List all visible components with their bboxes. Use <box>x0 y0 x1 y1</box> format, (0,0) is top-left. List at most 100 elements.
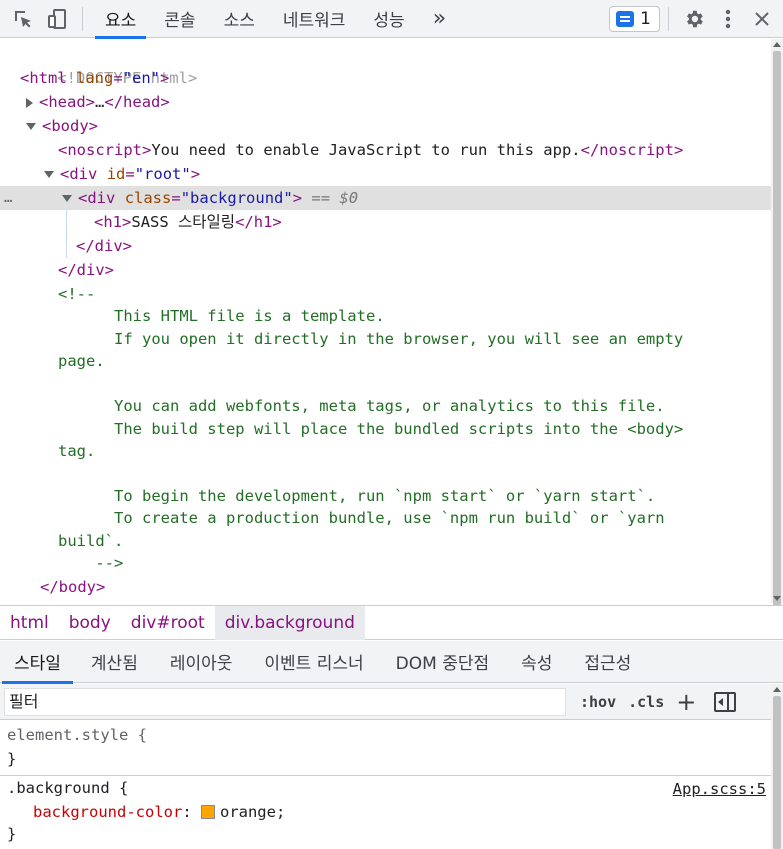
breadcrumb-body[interactable]: body <box>59 606 121 640</box>
head-tag: head <box>48 93 86 111</box>
comment-line: The build step will place the bundled sc… <box>58 420 684 438</box>
more-options-icon[interactable] <box>711 0 745 38</box>
html-tag: html <box>29 69 67 87</box>
tab-styles[interactable]: 스타일 <box>0 641 75 684</box>
scroll-down-arrow-icon[interactable] <box>773 596 781 601</box>
collapse-triangle-icon[interactable] <box>62 195 72 202</box>
noscript-close-tag: noscript <box>599 141 674 159</box>
toolbar-divider <box>668 7 669 31</box>
tab-network[interactable]: 네트워크 <box>269 0 360 38</box>
tab-console[interactable]: 콘솔 <box>150 0 209 38</box>
scroll-up-arrow-icon[interactable] <box>773 42 781 47</box>
source-link[interactable]: App.scss:5 <box>673 777 766 801</box>
head-close-tag: head <box>123 93 161 111</box>
class-attr: class <box>124 189 172 207</box>
color-swatch-icon[interactable] <box>200 805 215 819</box>
toolbar-divider <box>82 6 83 31</box>
tab-event-listeners[interactable]: 이벤트 리스너 <box>248 641 379 683</box>
inspect-element-icon[interactable] <box>6 0 40 38</box>
issues-count: 1 <box>640 9 651 29</box>
devtools-toolbar: 요소 콘솔 소스 네트워크 성능 » 1 <box>0 0 783 39</box>
doctype-line[interactable]: <!DOCTYPE html> <box>20 42 197 87</box>
more-tabs-button[interactable]: » <box>419 0 460 38</box>
h1-text: SASS 스타일링 <box>131 213 236 231</box>
div-close-tag: div <box>94 237 123 255</box>
head-line[interactable]: <head>…</head> <box>26 90 170 114</box>
issues-button[interactable]: 1 <box>609 6 660 32</box>
indent-guide <box>66 210 67 258</box>
div-tag: div <box>69 165 98 183</box>
collapse-triangle-icon[interactable] <box>26 123 36 130</box>
div-root-close-line[interactable]: </div> <box>58 258 114 282</box>
filter-input[interactable] <box>4 687 566 716</box>
element-style-close: } <box>7 750 17 768</box>
issues-icon <box>616 11 635 27</box>
body-close-tag: body <box>58 578 96 596</box>
element-style-selector[interactable]: element.style { <box>7 723 147 747</box>
node-actions-dots[interactable]: … <box>4 186 13 210</box>
head-ellipsis: … <box>95 93 105 111</box>
comment-open[interactable]: <!-- <box>58 282 95 306</box>
background-rule-close: } <box>7 825 17 843</box>
div-tag: div <box>87 189 116 207</box>
class-toggle[interactable]: .cls <box>622 688 670 716</box>
comment-line: build`. <box>58 532 124 550</box>
comment-line: To begin the development, run `npm start… <box>58 487 656 505</box>
comment-line: page. <box>58 352 105 370</box>
breadcrumb: html body div#root div.background <box>0 605 783 640</box>
tab-sources[interactable]: 소스 <box>210 0 269 38</box>
dom-tree-scrollbar[interactable] <box>771 39 783 606</box>
comment-line: This HTML file is a template. <box>58 307 385 325</box>
tab-dom-breakpoints[interactable]: DOM 중단점 <box>380 641 505 683</box>
h1-tag: h1 <box>103 213 123 231</box>
tab-accessibility[interactable]: 접근성 <box>568 641 647 683</box>
comment-line: --> <box>58 554 124 572</box>
hover-state-toggle[interactable]: :hov <box>574 688 622 716</box>
scroll-up-arrow-icon[interactable] <box>773 687 781 692</box>
breadcrumb-html[interactable]: html <box>0 606 59 640</box>
comment-line: You can add webfonts, meta tags, or anal… <box>58 397 665 415</box>
scrollbar-thumb[interactable] <box>773 696 781 849</box>
scrollbar-thumb[interactable] <box>773 51 781 606</box>
styles-tabbar: 스타일 계산됨 레이아웃 이벤트 리스너 DOM 중단점 속성 접근성 <box>0 641 783 684</box>
html-open-line[interactable]: <html lang="en"> <box>20 66 169 90</box>
tab-computed[interactable]: 계산됨 <box>75 641 154 683</box>
div-background-line[interactable]: <div class="background"> == $0 <box>62 186 358 210</box>
comment-line: To create a production bundle, use `npm … <box>58 509 665 527</box>
styles-filter-bar: :hov .cls + <box>0 684 771 720</box>
lang-value: "en" <box>122 69 161 87</box>
tab-elements[interactable]: 요소 <box>91 0 150 39</box>
tab-properties[interactable]: 속성 <box>505 641 568 683</box>
body-open-line[interactable]: <body> <box>26 114 98 138</box>
h1-close-tag: h1 <box>253 213 273 231</box>
settings-gear-icon[interactable] <box>677 0 711 38</box>
div-root-line[interactable]: <div id="root"> <box>44 162 200 186</box>
new-rule-plus-icon[interactable]: + <box>670 688 702 716</box>
noscript-tag: noscript <box>67 141 142 159</box>
tab-performance[interactable]: 성능 <box>359 0 418 38</box>
css-property-name[interactable]: background-color <box>33 803 182 821</box>
device-toolbar-icon[interactable] <box>40 0 74 38</box>
lang-attr: lang <box>76 69 114 87</box>
class-value: "background" <box>180 189 293 207</box>
css-declaration[interactable]: background-color: orange; <box>33 800 285 824</box>
background-rule-selector[interactable]: .background { <box>7 776 128 800</box>
styles-scrollbar[interactable] <box>771 684 783 849</box>
css-property-value[interactable]: orange <box>220 803 276 821</box>
collapse-triangle-icon[interactable] <box>44 171 54 178</box>
close-icon[interactable] <box>745 0 779 38</box>
noscript-line[interactable]: <noscript>You need to enable JavaScript … <box>58 138 683 162</box>
breadcrumb-div-background[interactable]: div.background <box>214 605 365 640</box>
div-close-line[interactable]: </div> <box>76 234 132 258</box>
body-tag: body <box>51 117 89 135</box>
styles-pane: element.style { } .background { App.scss… <box>0 721 771 849</box>
body-close-line[interactable]: </body> <box>40 575 105 599</box>
id-value: "root" <box>134 165 191 183</box>
comment-line: tag. <box>58 442 96 460</box>
expand-triangle-icon[interactable] <box>26 97 33 108</box>
tab-layout[interactable]: 레이아웃 <box>154 641 249 683</box>
id-attr: id <box>106 165 126 183</box>
toggle-sidebar-icon[interactable] <box>714 691 737 712</box>
breadcrumb-div-root[interactable]: div#root <box>121 606 215 640</box>
h1-line[interactable]: <h1>SASS 스타일링</h1> <box>94 210 282 234</box>
